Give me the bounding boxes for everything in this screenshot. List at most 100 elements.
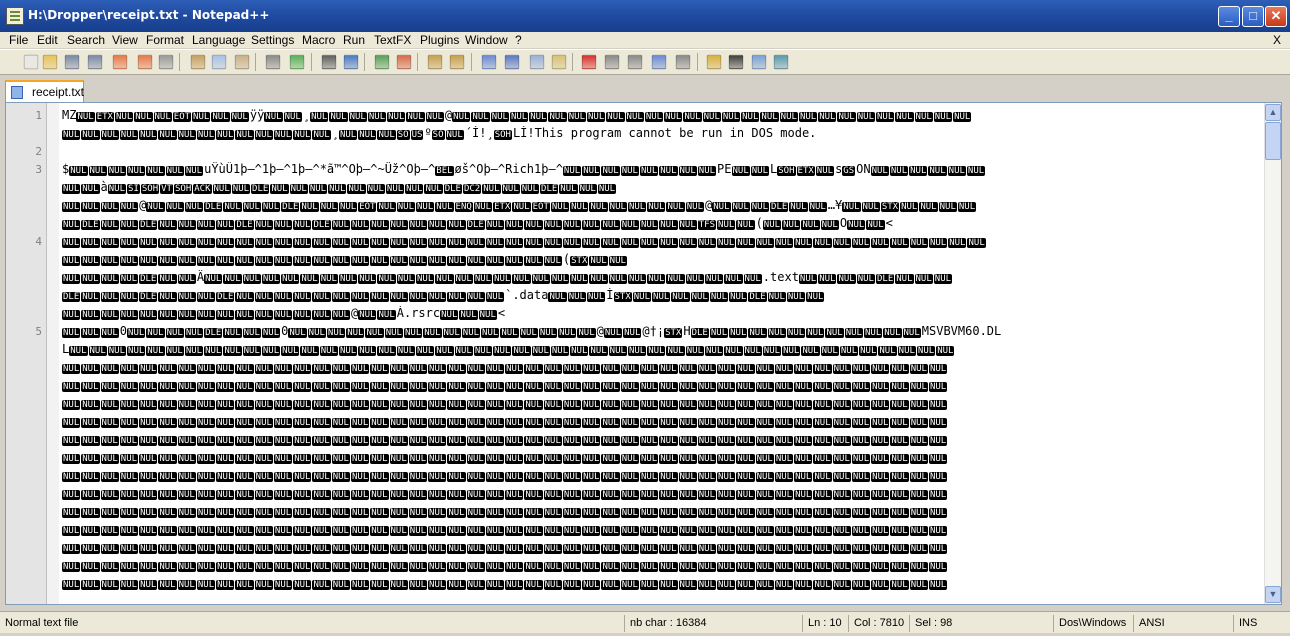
line-number: 3 xyxy=(35,163,42,176)
line-text: NUL NUL NUL NUL NUL NUL NUL NUL NUL NUL NUL NUL NUL N… xyxy=(62,436,948,446)
editor-line[interactable]: DLE NUL NUL NUL DLE NUL NUL NUL DLE NUL NUL NUL NUL N… xyxy=(6,287,1258,305)
heading-icon[interactable] xyxy=(728,54,744,70)
editor-line[interactable]: NUL NUL NUL NUL NUL NUL NUL NUL NUL NUL NUL NUL NUL N… xyxy=(6,377,1258,395)
editor-line[interactable]: NUL NUL NUL NUL NUL NUL NUL NUL NUL NUL NUL NUL NUL N… xyxy=(6,431,1258,449)
line-text: NUL NUL NUL NUL NUL NUL NUL NUL NUL NUL NUL NUL NUL N… xyxy=(62,490,948,500)
spell-icon[interactable] xyxy=(706,54,722,70)
notepad-app-icon[interactable] xyxy=(6,7,24,25)
doc-map-icon[interactable] xyxy=(551,54,567,70)
play-icon[interactable] xyxy=(627,54,643,70)
close-button[interactable]: ✕ xyxy=(1265,6,1287,27)
status-encoding: ANSI xyxy=(1133,615,1233,632)
save-macro-icon[interactable] xyxy=(675,54,691,70)
menu-help[interactable]: ? xyxy=(515,33,522,47)
sync-v-icon[interactable] xyxy=(427,54,443,70)
menu-file[interactable]: File xyxy=(9,33,28,47)
play-multi-icon[interactable] xyxy=(651,54,667,70)
toolbar-separator xyxy=(697,53,698,71)
line-text: NUL NUL NUL NUL NUL NUL NUL NUL NUL NUL NUL NUL NUL N… xyxy=(62,364,948,374)
stop-icon[interactable] xyxy=(604,54,620,70)
record-icon[interactable] xyxy=(581,54,597,70)
editor-line[interactable]: NUL NUL NUL NUL NUL NUL NUL NUL NUL NUL NUL NUL NUL N… xyxy=(6,539,1258,557)
editor-line[interactable]: NUL NUL NUL NUL NUL NUL NUL NUL NUL NUL NUL NUL NUL N… xyxy=(6,359,1258,377)
editor-line[interactable]: LNUL NUL NUL NUL NUL NUL NUL NUL NUL NUL NUL NUL NUL… xyxy=(6,341,1258,359)
tab-receipt-txt[interactable]: receipt.txt xyxy=(5,80,84,102)
close-icon[interactable] xyxy=(112,54,128,70)
status-eol: Dos\Windows xyxy=(1053,615,1133,632)
sync-h-icon[interactable] xyxy=(449,54,465,70)
paste-icon[interactable] xyxy=(234,54,250,70)
status-line: Ln : 10 xyxy=(802,615,847,632)
editor-line[interactable]: NUL NUL NUL NUL NUL NUL NUL NUL NUL NUL NUL NUL NUL N… xyxy=(6,125,1258,143)
editor-line[interactable]: 2 xyxy=(6,143,1258,161)
print-icon[interactable] xyxy=(158,54,174,70)
window-title: H:\Dropper\receipt.txt - Notepad++ xyxy=(28,8,270,22)
editor-line[interactable]: NUL NUL NUL NUL NUL NUL NUL NUL NUL NUL NUL NUL NUL N… xyxy=(6,305,1258,323)
editor-line[interactable]: NUL NUL NUL NUL NUL NUL NUL NUL NUL NUL NUL NUL NUL N… xyxy=(6,557,1258,575)
indent-guide-icon[interactable] xyxy=(529,54,545,70)
menu-plugins[interactable]: Plugins xyxy=(420,33,459,47)
menu-format[interactable]: Format xyxy=(146,33,184,47)
maximize-button[interactable]: □ xyxy=(1242,6,1264,27)
line-number: 2 xyxy=(35,145,42,158)
redo-icon[interactable] xyxy=(289,54,305,70)
undo-icon[interactable] xyxy=(265,54,281,70)
editor-line[interactable]: 1 MZNUL ETX NUL NUL NUL EOT NUL NUL NUL ÿÿNUL NUL ¸N… xyxy=(6,107,1258,125)
save-all-icon[interactable] xyxy=(87,54,103,70)
wrap-icon[interactable] xyxy=(481,54,497,70)
menu-search[interactable]: Search xyxy=(67,33,105,47)
editor-line[interactable]: NUL NUL NUL NUL NUL NUL NUL NUL NUL NUL NUL NUL NUL N… xyxy=(6,251,1258,269)
save-icon[interactable] xyxy=(64,54,80,70)
menu-run[interactable]: Run xyxy=(343,33,365,47)
line-text: NUL NUL NUL NUL NUL NUL NUL NUL NUL NUL NUL NUL NUL N… xyxy=(62,126,817,140)
line-text: NUL NUL NUL NUL NUL NUL NUL NUL NUL NUL NUL NUL NUL N… xyxy=(62,238,986,248)
menu-view[interactable]: View xyxy=(112,33,138,47)
editor-line[interactable]: NUL DLE NUL NUL DLE NUL NUL NUL NUL DLE NUL NUL NUL D… xyxy=(6,215,1258,233)
abc-icon[interactable] xyxy=(773,54,789,70)
scroll-up-button[interactable]: ▲ xyxy=(1265,104,1281,121)
close-all-icon[interactable] xyxy=(137,54,153,70)
line-text: NUL NUL àNUL SI SOH VT SOH ACK NUL NUL DLE NUL NUL NU… xyxy=(62,180,617,194)
editor-line[interactable]: 4 NUL NUL NUL NUL NUL NUL NUL NUL NUL NUL NUL NUL NUL… xyxy=(6,233,1258,251)
editor-line[interactable]: NUL NUL NUL NUL @NUL NUL NUL DLE NUL NUL NUL DLE NUL… xyxy=(6,197,1258,215)
cut-icon[interactable] xyxy=(190,54,206,70)
editor-line[interactable]: NUL NUL NUL NUL NUL NUL NUL NUL NUL NUL NUL NUL NUL N… xyxy=(6,485,1258,503)
copy-icon[interactable] xyxy=(211,54,227,70)
editor-line[interactable]: NUL NUL NUL NUL DLE NUL NUL ÄNUL NUL NUL NUL NUL NUL… xyxy=(6,269,1258,287)
scroll-down-button[interactable]: ▼ xyxy=(1265,586,1281,603)
menu-macro[interactable]: Macro xyxy=(302,33,335,47)
editor-line[interactable]: NUL NUL NUL NUL NUL NUL NUL NUL NUL NUL NUL NUL NUL N… xyxy=(6,449,1258,467)
scroll-thumb[interactable] xyxy=(1265,122,1281,160)
all-chars-icon[interactable] xyxy=(504,54,520,70)
zoom-out-icon[interactable] xyxy=(396,54,412,70)
text-editor[interactable]: 1 MZNUL ETX NUL NUL NUL EOT NUL NUL NUL ÿÿNUL NUL ¸N… xyxy=(5,102,1282,605)
editor-line[interactable]: NUL NUL NUL NUL NUL NUL NUL NUL NUL NUL NUL NUL NUL N… xyxy=(6,413,1258,431)
replace-icon[interactable] xyxy=(343,54,359,70)
editor-line[interactable]: NUL NUL NUL NUL NUL NUL NUL NUL NUL NUL NUL NUL NUL N… xyxy=(6,575,1258,593)
menu-language[interactable]: Language xyxy=(192,33,245,47)
line-text: DLE NUL NUL NUL DLE NUL NUL NUL DLE NUL NUL NUL NUL N… xyxy=(62,288,825,302)
editor-line[interactable]: NUL NUL NUL NUL NUL NUL NUL NUL NUL NUL NUL NUL NUL N… xyxy=(6,467,1258,485)
menu-edit[interactable]: Edit xyxy=(37,33,58,47)
open-icon[interactable] xyxy=(42,54,58,70)
console-icon[interactable] xyxy=(751,54,767,70)
new-icon[interactable] xyxy=(23,54,39,70)
editor-line[interactable]: NUL NUL àNUL SI SOH VT SOH ACK NUL NUL DLE NUL NUL NU… xyxy=(6,179,1258,197)
line-text: NUL NUL NUL NUL NUL NUL NUL NUL NUL NUL NUL NUL NUL N… xyxy=(62,454,948,464)
editor-line[interactable]: NUL NUL NUL NUL NUL NUL NUL NUL NUL NUL NUL NUL NUL N… xyxy=(6,503,1258,521)
editor-line[interactable]: NUL NUL NUL NUL NUL NUL NUL NUL NUL NUL NUL NUL NUL N… xyxy=(6,521,1258,539)
find-icon[interactable] xyxy=(321,54,337,70)
menu-textfx[interactable]: TextFX xyxy=(374,33,411,47)
editor-line[interactable]: 5 NUL NUL NUL 0NUL NUL NUL NUL DLE NUL NUL NUL 0NUL N… xyxy=(6,323,1258,341)
vertical-scrollbar[interactable]: ▲ ▼ xyxy=(1264,103,1281,604)
editor-line[interactable]: NUL NUL NUL NUL NUL NUL NUL NUL NUL NUL NUL NUL NUL N… xyxy=(6,395,1258,413)
line-text: NUL NUL NUL NUL NUL NUL NUL NUL NUL NUL NUL NUL NUL N… xyxy=(62,418,948,428)
tab-bar: receipt.txt xyxy=(0,76,1290,102)
zoom-in-icon[interactable] xyxy=(374,54,390,70)
editor-line[interactable]: 3 $NUL NUL NUL NUL NUL NUL NUL uŸùÛ1þ—^1þ—^1þ—^*… xyxy=(6,161,1258,179)
menu-window[interactable]: Window xyxy=(465,33,508,47)
menu-close-doc-button[interactable]: X xyxy=(1273,33,1281,47)
toolbar-separator xyxy=(255,53,256,71)
menu-settings[interactable]: Settings xyxy=(251,33,294,47)
minimize-button[interactable]: _ xyxy=(1218,6,1240,27)
